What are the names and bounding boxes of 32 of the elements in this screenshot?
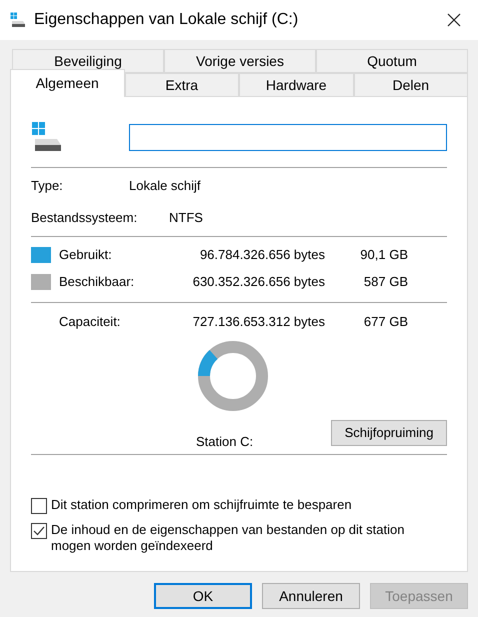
space-size: 90,1 GB — [359, 246, 408, 264]
space-label: Gebruikt: — [59, 246, 113, 264]
tab[interactable]: Quotum — [316, 49, 468, 73]
info-value: Lokale schijf — [129, 177, 201, 196]
tab[interactable]: Algemeen — [10, 69, 124, 97]
cleanup-button[interactable]: Schijfopruiming — [331, 420, 447, 446]
drive-label: Station C: — [196, 432, 254, 450]
space-bytes: 96.784.326.656 bytes — [198, 246, 325, 264]
space-bytes: 630.352.326.656 bytes — [192, 273, 325, 292]
capacity-bytes: 727.136.653.312 bytes — [192, 313, 325, 332]
capacity-size: 677 GB — [362, 313, 408, 332]
window-title: Eigenschappen van Lokale schijf (C:) — [34, 10, 300, 30]
dialog-button[interactable]: Annuleren — [262, 583, 360, 609]
tab[interactable]: Hardware — [239, 73, 354, 97]
tab[interactable]: Delen — [354, 73, 468, 97]
drive-icon — [31, 121, 63, 153]
tab[interactable]: Extra — [124, 73, 239, 97]
checkbox-label: Dit station comprimeren om schijfruimte te besparen — [51, 497, 353, 513]
tab[interactable]: Vorige versies — [164, 49, 316, 73]
info-value: NTFS — [169, 209, 203, 228]
checkbox[interactable] — [31, 498, 47, 514]
close-icon — [447, 13, 461, 27]
free-space-ring — [198, 341, 268, 411]
checkbox[interactable] — [31, 523, 47, 539]
dialog-button[interactable]: OK — [154, 583, 252, 609]
checkbox-label: De inhoud en de eigenschappen van bestanden op dit station mogen worden geïndexeerd — [51, 522, 406, 554]
info-label: Type: — [31, 177, 64, 196]
info-label: Bestandssysteem: — [31, 209, 138, 228]
space-label: Beschikbaar: — [59, 273, 136, 292]
capacity-label: Capaciteit: — [59, 313, 122, 332]
drive-icon — [10, 12, 26, 28]
space-size: 587 GB — [362, 273, 408, 292]
